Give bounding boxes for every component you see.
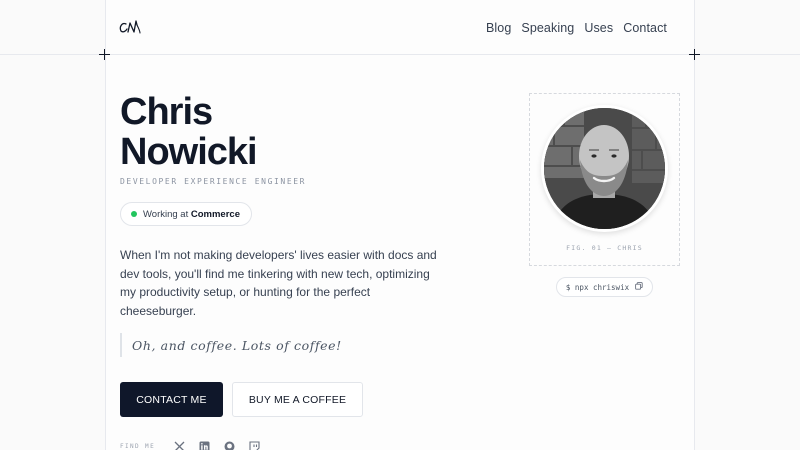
nav-link-blog[interactable]: Blog [486, 21, 511, 35]
npx-command-chip[interactable]: $ npx chriswix [556, 277, 653, 297]
contact-me-button[interactable]: CONTACT ME [120, 382, 223, 417]
github-icon[interactable] [223, 440, 236, 450]
bio-text: When I'm not making developers' lives ea… [120, 248, 437, 318]
nav-link-speaking[interactable]: Speaking [521, 21, 574, 35]
npx-command-text: $ npx chriswix [565, 282, 630, 292]
job-role: DEVELOPER EXPERIENCE ENGINEER [120, 177, 307, 186]
profile-photo [541, 105, 668, 232]
badge-prefix: Working at [143, 208, 189, 220]
status-dot-icon [131, 211, 137, 217]
linkedin-icon[interactable] [198, 440, 211, 450]
first-name: Chris [120, 91, 213, 133]
header-divider [0, 54, 800, 55]
profile-portrait-icon [544, 108, 665, 229]
x-icon[interactable] [173, 440, 186, 450]
guide-line-left [105, 0, 106, 450]
buy-coffee-button[interactable]: BUY ME A COFFEE [232, 382, 363, 417]
twitch-icon[interactable] [248, 440, 261, 450]
nav-link-contact[interactable]: Contact [623, 21, 667, 35]
badge-company: Commerce [190, 208, 240, 220]
nav-link-uses[interactable]: Uses [584, 21, 613, 35]
last-name: Nowicki [120, 131, 258, 173]
crosshair-mark-right [689, 49, 700, 60]
photo-caption: FIG. 01 — CHRIS [566, 244, 643, 252]
guide-line-right [694, 0, 695, 450]
main-nav: Blog Speaking Uses Contact [486, 21, 667, 35]
cn-signature-logo-icon [119, 20, 141, 34]
status-badge: Working at Commerce [120, 202, 252, 226]
social-links: FIND ME [120, 440, 261, 450]
find-me-label: FIND ME [120, 443, 156, 450]
site-logo[interactable] [118, 17, 142, 37]
handwritten-quote: Oh, and coffee. Lots of coffee! [120, 333, 342, 357]
page-title: Chris Nowicki [120, 91, 258, 173]
copy-icon[interactable] [635, 282, 643, 292]
crosshair-mark-left [99, 49, 110, 60]
